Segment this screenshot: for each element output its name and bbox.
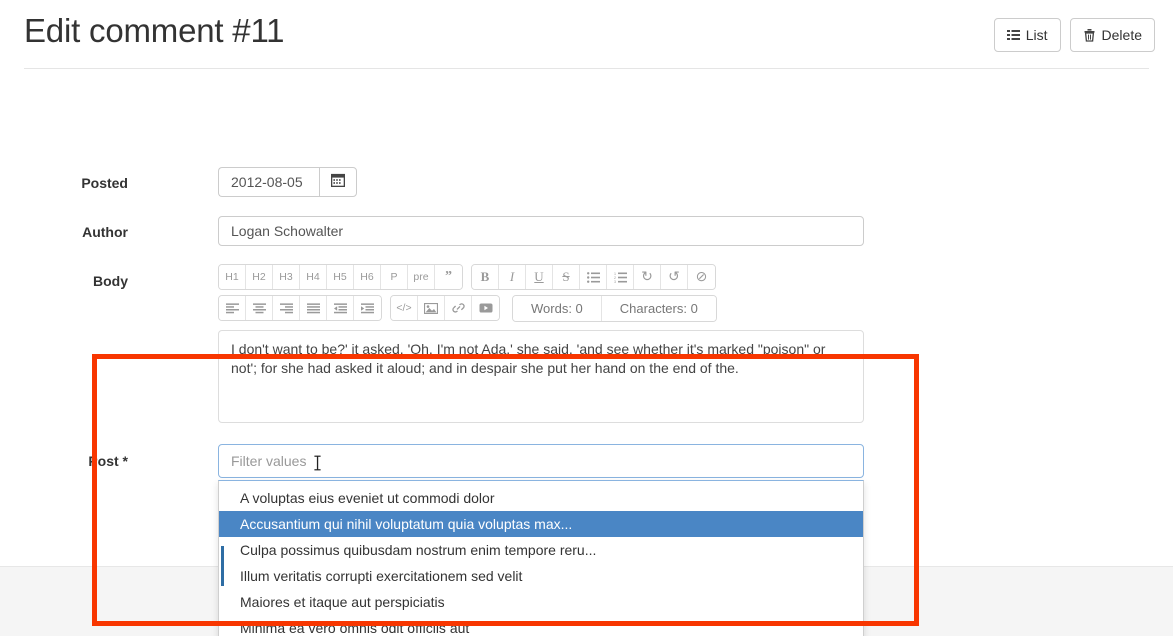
body-label: Body bbox=[93, 273, 128, 289]
align-justify-icon[interactable] bbox=[300, 296, 327, 320]
redo-icon[interactable]: ↻ bbox=[634, 265, 661, 289]
svg-text:3: 3 bbox=[614, 280, 616, 283]
post-options-dropdown[interactable]: A voluptas eius eveniet ut commodi dolor… bbox=[218, 480, 864, 636]
heading-2-button[interactable]: H2 bbox=[246, 265, 273, 289]
body-editor: H1 H2 H3 H4 H5 H6 P pre ” B I U S 1 2 3 … bbox=[218, 264, 864, 428]
preformatted-button[interactable]: pre bbox=[408, 265, 435, 289]
insert-group: </> bbox=[390, 295, 500, 321]
post-filter-placeholder: Filter values bbox=[231, 453, 307, 469]
bold-button[interactable]: B bbox=[472, 265, 499, 289]
editor-counters: Words: 0 Characters: 0 bbox=[512, 295, 717, 322]
posted-field-group bbox=[218, 167, 357, 197]
heading-6-button[interactable]: H6 bbox=[354, 265, 381, 289]
list-item[interactable]: Illum veritatis corrupti exercitationem … bbox=[219, 563, 863, 589]
inline-format-group: B I U S 1 2 3 ↻ ↺ ⊘ bbox=[471, 264, 716, 290]
trash-icon bbox=[1083, 28, 1096, 42]
delete-button[interactable]: Delete bbox=[1069, 18, 1155, 52]
list-button-label: List bbox=[1025, 27, 1048, 43]
heading-4-button[interactable]: H4 bbox=[300, 265, 327, 289]
strikethrough-button[interactable]: S bbox=[553, 265, 580, 289]
page-header: Edit comment #11 List Delete bbox=[0, 0, 1173, 70]
dropdown-scroll-indicator[interactable] bbox=[221, 546, 224, 586]
list-icon bbox=[1006, 29, 1020, 42]
code-icon[interactable]: </> bbox=[391, 296, 418, 320]
author-label: Author bbox=[82, 224, 128, 240]
outdent-icon[interactable] bbox=[327, 296, 354, 320]
image-icon[interactable] bbox=[418, 296, 445, 320]
author-input[interactable] bbox=[218, 216, 864, 246]
align-left-icon[interactable] bbox=[219, 296, 246, 320]
post-filter-input[interactable]: Filter values bbox=[218, 444, 864, 478]
list-item[interactable]: Culpa possimus quibusdam nostrum enim te… bbox=[219, 537, 863, 563]
heading-3-button[interactable]: H3 bbox=[273, 265, 300, 289]
list-item[interactable]: Maiores et itaque aut perspiciatis bbox=[219, 589, 863, 615]
list-item[interactable]: Minima ea vero omnis odit officiis aut bbox=[219, 615, 863, 636]
text-cursor-icon bbox=[313, 454, 322, 471]
clear-formatting-icon[interactable]: ⊘ bbox=[688, 265, 715, 289]
page-root: Edit comment #11 List Delete Posted 2012… bbox=[0, 0, 1173, 636]
blockquote-icon[interactable]: ” bbox=[435, 265, 462, 289]
ordered-list-icon[interactable]: 1 2 3 bbox=[607, 265, 634, 289]
header-actions: List Delete bbox=[993, 18, 1155, 52]
list-item[interactable]: Accusantium qui nihil voluptatum quia vo… bbox=[219, 511, 863, 537]
unordered-list-icon[interactable] bbox=[580, 265, 607, 289]
delete-button-label: Delete bbox=[1101, 27, 1142, 43]
undo-icon[interactable]: ↺ bbox=[661, 265, 688, 289]
paragraph-button[interactable]: P bbox=[381, 265, 408, 289]
heading-1-button[interactable]: H1 bbox=[219, 265, 246, 289]
calendar-button[interactable] bbox=[319, 167, 357, 197]
heading-5-button[interactable]: H5 bbox=[327, 265, 354, 289]
editor-toolbar-row-1: H1 H2 H3 H4 H5 H6 P pre ” B I U S 1 2 3 … bbox=[218, 264, 864, 290]
characters-counter: Characters: 0 bbox=[601, 296, 716, 321]
underline-button[interactable]: U bbox=[526, 265, 553, 289]
block-format-group: H1 H2 H3 H4 H5 H6 P pre ” bbox=[218, 264, 463, 290]
calendar-icon bbox=[330, 173, 346, 192]
posted-date-input[interactable] bbox=[218, 167, 319, 197]
italic-button[interactable]: I bbox=[499, 265, 526, 289]
indent-icon[interactable] bbox=[354, 296, 381, 320]
align-right-icon[interactable] bbox=[273, 296, 300, 320]
editor-toolbar-row-2: </> Words: 0 Characters: 0 bbox=[218, 295, 864, 322]
header-divider bbox=[24, 68, 1149, 69]
alignment-group bbox=[218, 295, 382, 321]
align-center-icon[interactable] bbox=[246, 296, 273, 320]
list-item[interactable]: A voluptas eius eveniet ut commodi dolor bbox=[219, 485, 863, 511]
posted-label: Posted bbox=[81, 175, 128, 191]
link-icon[interactable] bbox=[445, 296, 472, 320]
body-textarea[interactable] bbox=[218, 330, 864, 423]
words-counter: Words: 0 bbox=[513, 296, 602, 321]
list-button[interactable]: List bbox=[993, 18, 1061, 52]
post-field-group: Filter values A voluptas eius eveniet ut… bbox=[218, 444, 864, 636]
post-label: Post * bbox=[88, 453, 128, 469]
video-icon[interactable] bbox=[472, 296, 499, 320]
page-title: Edit comment #11 bbox=[24, 12, 285, 49]
